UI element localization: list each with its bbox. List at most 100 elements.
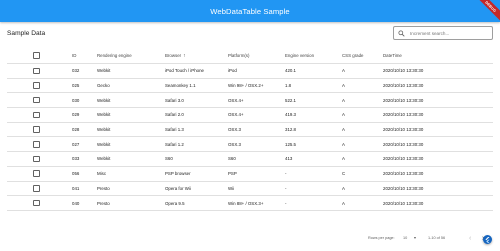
cell-grade: A: [342, 141, 345, 147]
cell-browser: Opera for Wii: [165, 185, 191, 191]
table-row[interactable]: 033 Webkit S60 S60 413 A 2020/10/10 13:30:30: [7, 152, 493, 167]
cell-browser: S60: [165, 156, 173, 162]
row-select-cell[interactable]: [33, 108, 40, 122]
row-checkbox[interactable]: [33, 111, 40, 119]
rows-per-page-label: Rows per page:: [368, 236, 395, 240]
cell-browser: Safari 1.3: [165, 127, 184, 133]
row-select-cell[interactable]: [33, 79, 40, 93]
cell-engine: Misc: [97, 171, 107, 177]
table-row[interactable]: 025 Gecko Seamonkey 1.1 Win 98+ / OSX.2+ 1.8…: [7, 79, 493, 94]
cell-browser: Opera 9.5: [165, 200, 185, 206]
header-platform[interactable]: Platform(s): [228, 48, 249, 63]
cell-version: -: [285, 171, 287, 177]
header-version[interactable]: Engine version: [285, 48, 314, 63]
select-all-checkbox[interactable]: [33, 52, 40, 59]
row-checkbox[interactable]: [33, 96, 40, 104]
cell-platform: PSP: [228, 171, 237, 177]
cell-id: 033: [72, 156, 80, 162]
cell-browser: Seamonkey 1.1: [165, 83, 196, 89]
cell-engine: Webkit: [97, 68, 111, 74]
header-grade[interactable]: CSS grade: [342, 48, 363, 63]
row-select-cell[interactable]: [33, 64, 40, 78]
table-header: ID Rendering engine Browser ↑ Platform(s…: [7, 48, 493, 64]
search-input[interactable]: Increment search...: [393, 26, 493, 40]
table-row[interactable]: 027 Webkit Safari 1.2 OSX.3 125.5 A 2020/10/10…: [7, 137, 493, 153]
row-checkbox[interactable]: [33, 141, 40, 148]
header-id[interactable]: ID: [72, 48, 76, 63]
row-select-cell[interactable]: [33, 137, 40, 151]
row-checkbox[interactable]: [33, 155, 40, 163]
row-select-cell[interactable]: [33, 182, 40, 196]
cell-grade: A: [342, 156, 345, 162]
cell-grade: A: [342, 127, 345, 133]
cell-grade: A: [342, 200, 345, 206]
table-row[interactable]: 040 Presto Opera 9.5 Win 88+ / OSX.3+ - A 2020…: [7, 196, 493, 211]
cell-version: 312.8: [285, 127, 296, 133]
flutter-icon[interactable]: [483, 235, 492, 244]
select-all-cell[interactable]: [33, 48, 40, 63]
cell-platform: Win 98+ / OSX.2+: [228, 83, 264, 89]
cell-id: 027: [72, 141, 80, 147]
cell-engine: Presto: [97, 185, 110, 191]
data-table: ID Rendering engine Browser ↑ Platform(s…: [7, 48, 493, 211]
cell-browser: iPod Touch / iPhone: [165, 68, 204, 74]
header-browser-label: Browser: [165, 53, 182, 58]
cell-version: 1.8: [285, 83, 292, 89]
table-row[interactable]: 029 Webkit Safari 2.0 OSX.4+ 419.3 A 2020/10/1…: [7, 108, 493, 123]
cell-version: 420.1: [285, 68, 296, 74]
cell-id: 041: [72, 185, 80, 191]
cell-id: 040: [72, 200, 80, 206]
row-checkbox[interactable]: [33, 185, 40, 192]
rows-per-page-value: 10: [403, 236, 408, 240]
arrow-up-icon: ↑: [183, 52, 186, 59]
debug-ribbon: DEBUG: [474, 0, 500, 22]
cell-grade: A: [342, 68, 345, 74]
table-row[interactable]: 030 Webkit Safari 3.0 OSX.4+ 522.1 A 2020/10/1…: [7, 93, 493, 109]
cell-platform: OSX.3: [228, 127, 241, 133]
cell-grade: A: [342, 97, 345, 103]
row-select-cell[interactable]: [33, 167, 40, 181]
row-select-cell[interactable]: [33, 123, 40, 137]
cell-version: 125.5: [285, 141, 296, 147]
app-title: WebDataTable Sample: [210, 6, 290, 16]
row-checkbox[interactable]: [33, 82, 40, 89]
chevron-left-icon[interactable]: ‹: [469, 235, 471, 242]
pagination-footer: Rows per page: 10 ▼ 1-10 of 56 ‹ ›: [0, 231, 500, 245]
table-row[interactable]: 032 Webkit iPod Touch / iPhone iPod 420.1 A 20…: [7, 64, 493, 79]
cell-date: 2020/10/10 13:30:30: [383, 127, 424, 133]
rows-per-page-select[interactable]: 10 ▼: [403, 236, 417, 240]
cell-engine: Webkit: [97, 156, 111, 162]
cell-id: 056: [72, 171, 80, 177]
table-body: 032 Webkit iPod Touch / iPhone iPod 420.1 A 20…: [7, 64, 493, 211]
cell-engine: Presto: [97, 200, 110, 206]
row-select-cell[interactable]: [33, 152, 40, 166]
cell-grade: A: [342, 83, 345, 89]
row-checkbox[interactable]: [33, 199, 40, 207]
cell-id: 032: [72, 68, 80, 74]
cell-platform: OSX.4+: [228, 97, 244, 103]
cell-version: -: [285, 185, 287, 191]
cell-date: 2020/10/10 13:30:30: [383, 200, 424, 206]
header-engine[interactable]: Rendering engine: [97, 48, 132, 63]
row-checkbox[interactable]: [33, 126, 40, 133]
caret-down-icon: ▼: [413, 236, 417, 240]
cell-grade: A: [342, 185, 345, 191]
row-checkbox[interactable]: [33, 170, 40, 177]
cell-platform: Win 88+ / OSX.3+: [228, 200, 264, 206]
table-row[interactable]: 041 Presto Opera for Wii Wii - A 2020/10/10 13…: [7, 182, 493, 197]
cell-platform: S60: [228, 156, 236, 162]
row-checkbox[interactable]: [33, 67, 40, 75]
row-select-cell[interactable]: [33, 196, 40, 210]
cell-platform: OSX.4+: [228, 112, 244, 118]
table-row[interactable]: 028 Webkit Safari 1.3 OSX.3 312.8 A 2020/10/10…: [7, 123, 493, 138]
cell-engine: Gecko: [97, 83, 110, 89]
cell-date: 2020/10/10 13:30:30: [383, 171, 424, 177]
header-date[interactable]: DateTime: [383, 48, 402, 63]
row-select-cell[interactable]: [33, 93, 40, 107]
cell-date: 2020/10/10 13:30:30: [383, 141, 424, 147]
header-browser[interactable]: Browser ↑: [165, 48, 186, 63]
table-row[interactable]: 056 Misc PSP browser PSP - C 2020/10/10 13:30:…: [7, 167, 493, 182]
cell-platform: Wii: [228, 185, 235, 191]
cell-platform: iPod: [228, 68, 237, 74]
cell-date: 2020/10/10 13:30:30: [383, 83, 424, 89]
